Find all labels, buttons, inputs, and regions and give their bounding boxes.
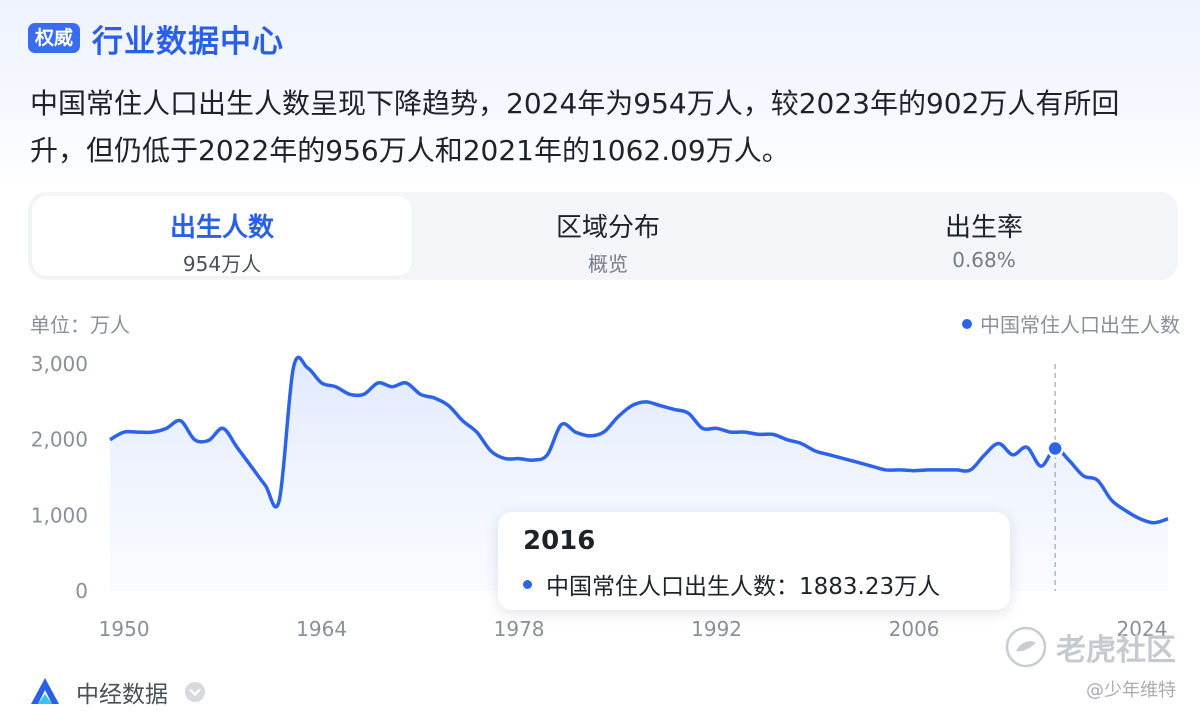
tab-birth-count[interactable]: 出生人数 954万人 — [32, 196, 412, 276]
chart-tooltip: 2016 中国常住人口出生人数： 1883.23万人 — [498, 512, 1010, 610]
tooltip-value: 1883.23万人 — [799, 574, 941, 600]
tab-label: 出生人数 — [169, 213, 274, 243]
tab-bar: 出生人数 954万人 区域分布 概览 出生率 0.68% — [28, 192, 1178, 280]
page-header: 权威 行业数据中心 — [28, 18, 285, 60]
y-tick-label: 1,000 — [31, 503, 88, 527]
x-tick-label: 1950 — [99, 617, 150, 641]
x-tick-label: 2006 — [889, 617, 940, 641]
legend-label: 中国常住人口出生人数 — [980, 313, 1180, 337]
page-title: 行业数据中心 — [92, 23, 285, 60]
tab-region-distribution[interactable]: 区域分布 概览 — [416, 196, 800, 276]
y-tick-label: 0 — [75, 579, 88, 603]
x-tick-label: 1992 — [691, 617, 742, 641]
tab-birth-rate[interactable]: 出生率 0.68% — [792, 196, 1176, 276]
tab-value: 954万人 — [182, 252, 262, 276]
legend-dot-icon — [962, 318, 972, 329]
chart-legend[interactable]: 中国常住人口出生人数 — [962, 309, 1180, 338]
watermark-text: 老虎社区 — [1056, 633, 1176, 668]
info-icon[interactable] — [184, 681, 206, 703]
tooltip-dot-icon — [523, 579, 532, 589]
watermark: 老虎社区 — [1004, 625, 1176, 669]
tooltip-series-name: 中国常住人口出生人数： — [546, 574, 799, 600]
watermark-logo-icon — [1005, 626, 1047, 668]
y-tick-label: 2,000 — [31, 428, 88, 452]
watermark-handle: @少年维特 — [1086, 680, 1176, 701]
birth-count-chart[interactable]: 01,0002,0003,000 1950 1964 1978 1992 2006 202… — [0, 340, 1200, 670]
data-source-label: 中经数据 — [76, 682, 168, 708]
tooltip-row: 中国常住人口出生人数： 1883.23万人 — [523, 567, 940, 601]
x-tick-label: 1978 — [494, 617, 545, 641]
y-tick-label: 3,000 — [31, 352, 88, 376]
tab-label: 区域分布 — [555, 213, 660, 243]
chart-unit-label: 单位：万人 — [30, 313, 130, 337]
hover-point[interactable] — [1046, 439, 1064, 458]
authority-badge: 权威 — [28, 23, 81, 53]
tab-label: 出生率 — [944, 213, 1023, 243]
x-tick-label: 1964 — [296, 617, 347, 641]
tab-value: 0.68% — [952, 248, 1016, 272]
footer: 中经数据 — [28, 675, 206, 709]
source-logo-icon — [31, 678, 59, 704]
tooltip-year: 2016 — [523, 526, 596, 556]
tab-value: 概览 — [588, 252, 628, 276]
summary-text: 中国常住人口出生人数呈现下降趋势，2024年为954万人，较2023年的902万… — [30, 87, 1120, 167]
